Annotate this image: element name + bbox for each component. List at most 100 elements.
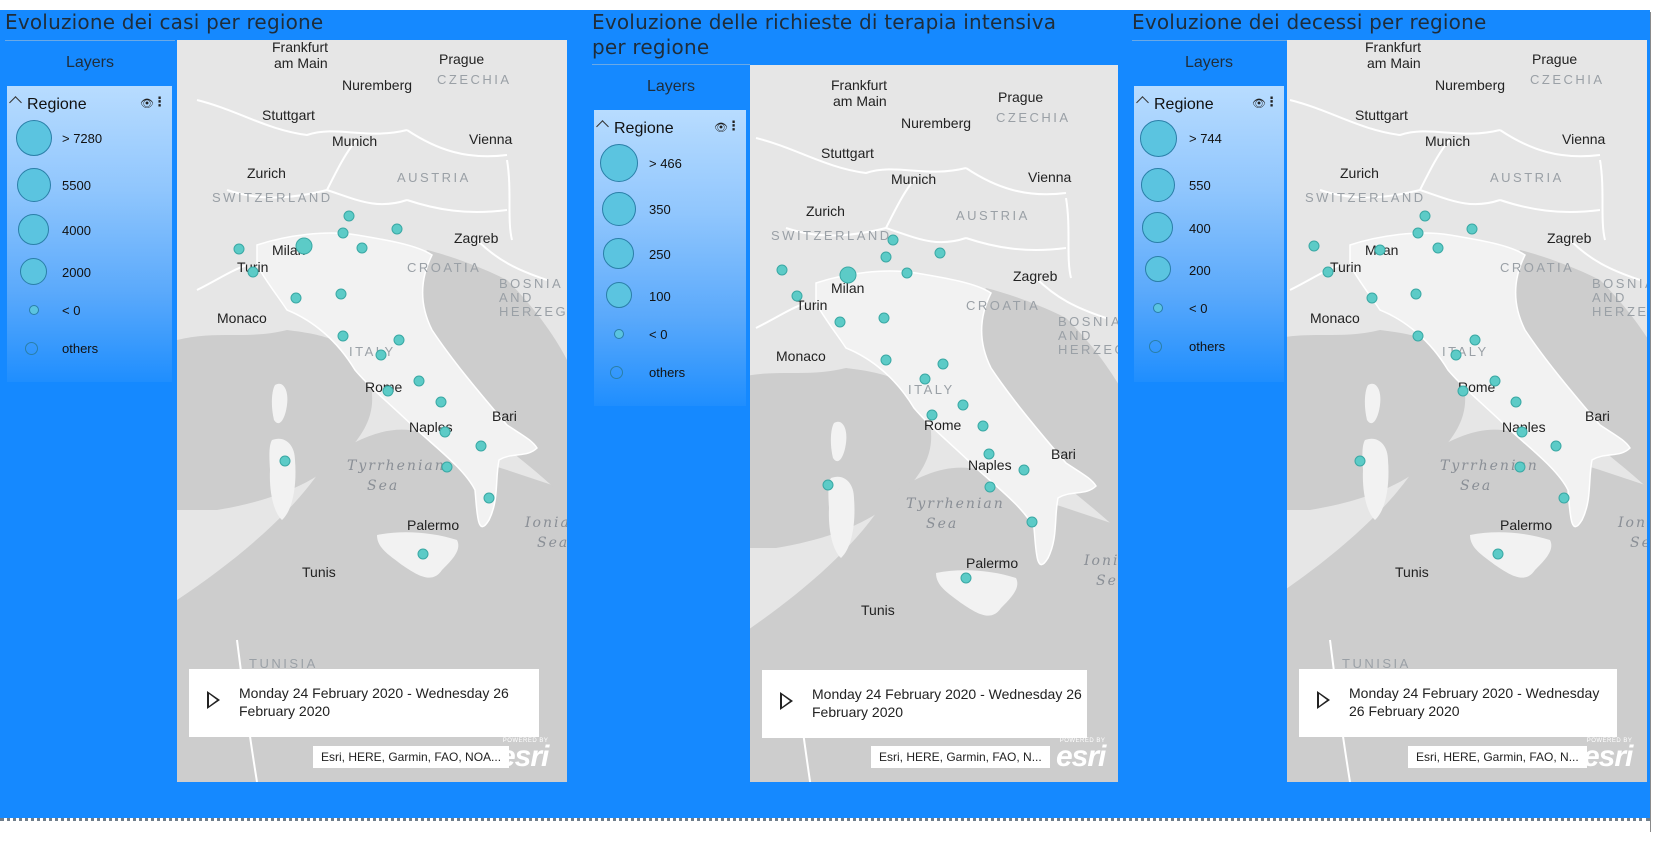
region-bubble[interactable]	[937, 358, 949, 370]
region-bubble[interactable]	[1374, 244, 1386, 256]
region-bubble[interactable]	[441, 461, 453, 473]
region-bubble[interactable]	[439, 426, 451, 438]
legend-label: 550	[1189, 178, 1211, 193]
region-bubble[interactable]	[1516, 426, 1528, 438]
legend-panel: Layers Regione 👁 ⋮ > 744 550 400 200 < 0…	[1132, 42, 1286, 402]
region-bubble[interactable]	[1419, 210, 1431, 222]
region-bubble[interactable]	[343, 210, 355, 222]
region-bubble[interactable]	[1457, 385, 1469, 397]
region-bubble[interactable]	[1432, 242, 1444, 254]
region-bubble[interactable]	[839, 266, 857, 284]
region-bubble[interactable]	[926, 409, 938, 421]
esri-logo[interactable]: POWERED BY esri	[1056, 738, 1106, 772]
region-bubble[interactable]	[1550, 440, 1562, 452]
time-slider[interactable]: Monday 24 February 2020 - Wednesday 26 F…	[189, 669, 539, 737]
layers-header[interactable]: Layers	[592, 66, 750, 108]
region-bubble[interactable]	[1366, 292, 1378, 304]
layers-header[interactable]: Layers	[1132, 42, 1286, 84]
region-bubble[interactable]	[1466, 223, 1478, 235]
region-bubble[interactable]	[878, 312, 890, 324]
chevron-up-icon[interactable]	[596, 120, 609, 133]
region-bubble[interactable]	[290, 292, 302, 304]
region-bubble[interactable]	[957, 399, 969, 411]
legend-label: 2000	[62, 265, 91, 280]
region-bubble[interactable]	[834, 316, 846, 328]
panel-title: Evoluzione dei casi per regione	[5, 10, 324, 34]
region-bubble[interactable]	[435, 396, 447, 408]
region-bubble[interactable]	[393, 334, 405, 346]
region-bubble[interactable]	[295, 237, 313, 255]
time-slider[interactable]: Monday 24 February 2020 - Wednesday 26 F…	[762, 670, 1087, 738]
region-bubble[interactable]	[1018, 464, 1030, 476]
region-bubble[interactable]	[822, 479, 834, 491]
region-bubble[interactable]	[1492, 548, 1504, 560]
region-bubble[interactable]	[880, 251, 892, 263]
region-bubble[interactable]	[417, 548, 429, 560]
page-divider	[0, 818, 1650, 821]
region-bubble[interactable]	[382, 385, 394, 397]
country-label: ITALY	[1442, 344, 1489, 359]
region-bubble[interactable]	[934, 247, 946, 259]
region-bubble[interactable]	[356, 242, 368, 254]
region-bubble[interactable]	[960, 572, 972, 584]
sea-label: Ionian	[1617, 515, 1647, 531]
region-bubble[interactable]	[1322, 266, 1334, 278]
region-bubble[interactable]	[791, 290, 803, 302]
layers-header[interactable]: Layers	[5, 42, 175, 84]
region-bubble[interactable]	[279, 455, 291, 467]
region-bubble[interactable]	[1412, 227, 1424, 239]
esri-logo[interactable]: POWERED BY esri	[499, 738, 549, 772]
region-bubble[interactable]	[776, 264, 788, 276]
region-bubble[interactable]	[1489, 375, 1501, 387]
region-bubble[interactable]	[901, 267, 913, 279]
region-bubble[interactable]	[1308, 240, 1320, 252]
region-bubble[interactable]	[1450, 349, 1462, 361]
region-bubble[interactable]	[983, 448, 995, 460]
city-label: Tunis	[861, 602, 895, 618]
region-bubble[interactable]	[391, 223, 403, 235]
eye-icon[interactable]: 👁	[714, 121, 728, 134]
region-bubble[interactable]	[1558, 492, 1570, 504]
city-label: Zagreb	[454, 230, 499, 246]
region-bubble[interactable]	[247, 266, 259, 278]
map-attribution[interactable]: Esri, HERE, Garmin, FAO, N...	[1408, 746, 1587, 768]
region-bubble[interactable]	[887, 234, 899, 246]
region-bubble[interactable]	[1412, 330, 1424, 342]
country-label: SWITZERLAND	[212, 190, 333, 205]
legend-item: 4000	[7, 210, 167, 250]
region-bubble[interactable]	[1514, 461, 1526, 473]
region-bubble[interactable]	[1354, 455, 1366, 467]
more-options-icon[interactable]: ⋮	[727, 119, 740, 134]
region-bubble[interactable]	[233, 243, 245, 255]
region-bubble[interactable]	[1469, 334, 1481, 346]
region-bubble[interactable]	[919, 373, 931, 385]
region-bubble[interactable]	[337, 330, 349, 342]
region-bubble[interactable]	[977, 420, 989, 432]
region-bubble[interactable]	[335, 288, 347, 300]
region-bubble[interactable]	[1026, 516, 1038, 528]
eye-icon[interactable]: 👁	[140, 97, 154, 110]
region-bubble[interactable]	[475, 440, 487, 452]
circle-l-icon	[1141, 168, 1175, 202]
more-options-icon[interactable]: ⋮	[153, 95, 166, 110]
region-bubble[interactable]	[375, 349, 387, 361]
city-label: Tunis	[1395, 564, 1429, 580]
esri-logo[interactable]: POWERED BY esri	[1583, 738, 1633, 772]
eye-icon[interactable]: 👁	[1252, 97, 1266, 110]
map-attribution[interactable]: Esri, HERE, Garmin, FAO, N...	[871, 746, 1050, 768]
region-bubble[interactable]	[1510, 396, 1522, 408]
region-bubble[interactable]	[984, 481, 996, 493]
region-bubble[interactable]	[1410, 288, 1422, 300]
chevron-up-icon[interactable]	[9, 96, 22, 109]
more-options-icon[interactable]: ⋮	[1265, 95, 1278, 110]
city-label: Prague	[439, 51, 484, 67]
sea-label: Sea	[367, 478, 399, 494]
chevron-up-icon[interactable]	[1136, 96, 1149, 109]
time-slider[interactable]: Monday 24 February 2020 - Wednesday 26 F…	[1299, 669, 1617, 737]
region-bubble[interactable]	[413, 375, 425, 387]
region-bubble[interactable]	[880, 354, 892, 366]
region-bubble[interactable]	[337, 227, 349, 239]
map-attribution[interactable]: Esri, HERE, Garmin, FAO, NOA...	[313, 746, 510, 768]
region-bubble[interactable]	[483, 492, 495, 504]
legend-label: 5500	[62, 178, 91, 193]
